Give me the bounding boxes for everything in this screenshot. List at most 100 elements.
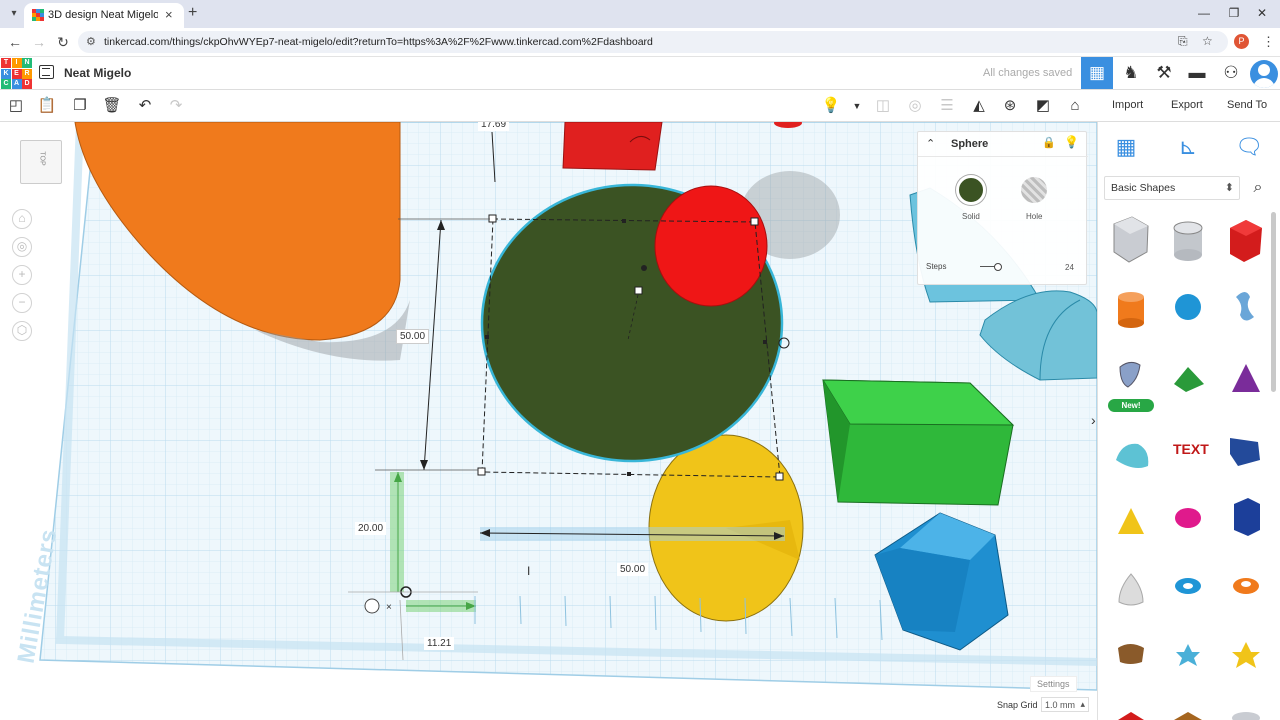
browser-tab-bar: ▾ 3D design Neat Migelo - Tinker × + — ❐…	[0, 0, 1280, 28]
dimension-top-label[interactable]: 17.69	[478, 122, 510, 131]
design-menu-icon[interactable]	[39, 65, 54, 79]
app-header: TIN KER CAD Neat Migelo All changes save…	[0, 57, 1280, 90]
partial-shape-1	[1118, 712, 1144, 720]
dimension-z-label[interactable]: 20.00	[355, 522, 387, 535]
new-tab-button[interactable]: +	[188, 4, 197, 22]
partial-shape-2	[1174, 712, 1202, 720]
browser-menu-icon[interactable]: ⋮	[1262, 34, 1275, 50]
paste-icon[interactable]: 📋	[36, 95, 58, 117]
steps-value[interactable]: 24	[1065, 263, 1074, 272]
light-bulb-icon[interactable]: 💡	[820, 95, 842, 117]
back-button[interactable]: ←	[6, 34, 24, 50]
perspective-icon[interactable]: ⬡	[12, 321, 32, 341]
new-badge: New!	[1108, 399, 1154, 412]
roof-shape	[1116, 443, 1149, 468]
close-window-button[interactable]: ✕	[1252, 6, 1272, 20]
align-icon[interactable]: ☰	[936, 95, 958, 117]
snap-grid-select[interactable]: 1.0 mm	[1041, 697, 1089, 712]
zoom-out-icon[interactable]: −	[12, 293, 32, 313]
import-button[interactable]: Import	[1112, 99, 1143, 111]
light-dropdown-icon[interactable]: ▼	[846, 95, 868, 117]
export-button[interactable]: Export	[1171, 99, 1203, 111]
text-shape[interactable]: TEXT	[1173, 441, 1209, 457]
send-to-button[interactable]: Send To	[1227, 99, 1267, 111]
polygon-shape	[1234, 498, 1260, 536]
red-box-shape	[562, 122, 663, 171]
cone-shape	[1232, 364, 1260, 392]
workplane-tool-icon[interactable]: ◩	[1032, 95, 1054, 117]
save-status: All changes saved	[983, 67, 1073, 79]
bookmark-star-icon[interactable]: ☆	[1202, 34, 1213, 48]
redo-icon[interactable]: ↷	[165, 95, 187, 117]
address-bar-row: ← → ↻ ⚙ tinkercad.com/things/ckpOhvWYEp7…	[0, 28, 1280, 57]
steps-label: Steps	[926, 262, 947, 271]
settings-button[interactable]: Settings	[1030, 676, 1077, 692]
dimension-height-label[interactable]: 50.00	[396, 329, 430, 344]
sphere-shape	[1175, 294, 1201, 320]
tinkercad-logo[interactable]: TIN KER CAD	[1, 58, 32, 89]
minimize-button[interactable]: —	[1194, 6, 1214, 20]
dimension-width-label[interactable]: 50.00	[617, 563, 649, 576]
delete-icon[interactable]: 🗑	[101, 95, 123, 117]
heart-shape	[1118, 644, 1144, 664]
dimension-offset-label[interactable]: 11.21	[424, 637, 455, 650]
tab-search-icon[interactable]: ▾	[6, 6, 22, 22]
design-title[interactable]: Neat Migelo	[64, 66, 131, 80]
panel-toggle-chevron-icon[interactable]: ›	[1091, 412, 1096, 428]
tinkercad-favicon-icon	[32, 9, 44, 21]
zoom-in-icon[interactable]: +	[12, 265, 32, 285]
blocks-tools-icon[interactable]: ⚒	[1148, 57, 1180, 89]
solid-color-swatch[interactable]	[956, 175, 986, 205]
profile-avatar[interactable]: P	[1234, 34, 1249, 49]
home-view-icon[interactable]: ⌂	[12, 209, 32, 229]
new-shape-icon[interactable]: ◰	[5, 95, 27, 117]
hole-swatch[interactable]	[1021, 177, 1047, 203]
solid-label: Solid	[962, 212, 980, 221]
collapse-chevron-icon[interactable]: ⌃	[926, 137, 935, 150]
browser-tab[interactable]: 3D design Neat Migelo - Tinker ×	[24, 3, 184, 28]
cylinder-hole-shape	[1173, 221, 1203, 261]
duplicate-icon[interactable]: ❐	[69, 95, 91, 117]
bricks-icon[interactable]: ▬	[1181, 57, 1213, 89]
3d-view-grid-icon[interactable]: ▦	[1081, 57, 1113, 89]
visibility-bulb-icon[interactable]: 💡	[1064, 135, 1079, 149]
lock-icon[interactable]: 🔒	[1042, 136, 1056, 149]
ruler-grip-icon	[364, 598, 380, 614]
fit-view-icon[interactable]: ◎	[12, 237, 32, 257]
invite-people-icon[interactable]: ⚇	[1215, 57, 1247, 89]
inspector-title: Sphere	[951, 138, 989, 150]
reload-button[interactable]: ↻	[54, 34, 72, 51]
shape-library-grid[interactable]: TEXT	[1098, 122, 1280, 720]
snap-grid-label: Snap Grid	[997, 700, 1038, 710]
group-icon[interactable]: ◫	[872, 95, 894, 117]
edit-toolbar: ◰ 📋 ❐ 🗑 ↶ ↷ 💡 ▼ ◫ ◎ ☰ ◭ ⊛ ◩ ⌂ Import Exp…	[0, 90, 1280, 122]
paraboloid-shape	[1175, 508, 1201, 528]
cruise-icon[interactable]: ⊛	[999, 95, 1021, 117]
text-cursor-icon: I	[527, 564, 530, 578]
ungroup-icon[interactable]: ◎	[904, 95, 926, 117]
box-hole-shape	[1113, 216, 1149, 263]
forward-button[interactable]: →	[30, 34, 48, 50]
tab-close-icon[interactable]: ×	[165, 7, 173, 22]
tab-title: 3D design Neat Migelo - Tinker	[48, 9, 158, 21]
cylinder-shape	[1118, 292, 1144, 328]
shapes-scrollbar[interactable]	[1271, 212, 1276, 392]
partial-shape-3	[1232, 712, 1260, 720]
ruler-close-icon: ×	[386, 602, 392, 613]
undo-icon[interactable]: ↶	[134, 95, 156, 117]
restore-button[interactable]: ❐	[1224, 6, 1244, 20]
url-text: tinkercad.com/things/ckpOhvWYEp7-neat-mi…	[104, 36, 653, 48]
site-info-icon[interactable]: ⚙	[86, 35, 96, 48]
wedge-shape	[1118, 508, 1144, 534]
sim-lab-icon[interactable]: ♞	[1115, 57, 1147, 89]
install-app-icon[interactable]: ⎘	[1178, 34, 1188, 49]
ruler-tool-icon[interactable]: ⌂	[1064, 95, 1086, 117]
view-cube[interactable]: TOP	[20, 140, 62, 184]
steps-slider-knob[interactable]	[994, 263, 1002, 271]
user-avatar[interactable]	[1250, 60, 1278, 88]
hole-label: Hole	[1026, 212, 1043, 221]
star-yellow-shape	[1232, 642, 1260, 668]
mirror-icon[interactable]: ◭	[968, 95, 990, 117]
star-shape	[1176, 644, 1200, 666]
url-field[interactable]: ⚙ tinkercad.com/things/ckpOhvWYEp7-neat-…	[78, 31, 1228, 53]
